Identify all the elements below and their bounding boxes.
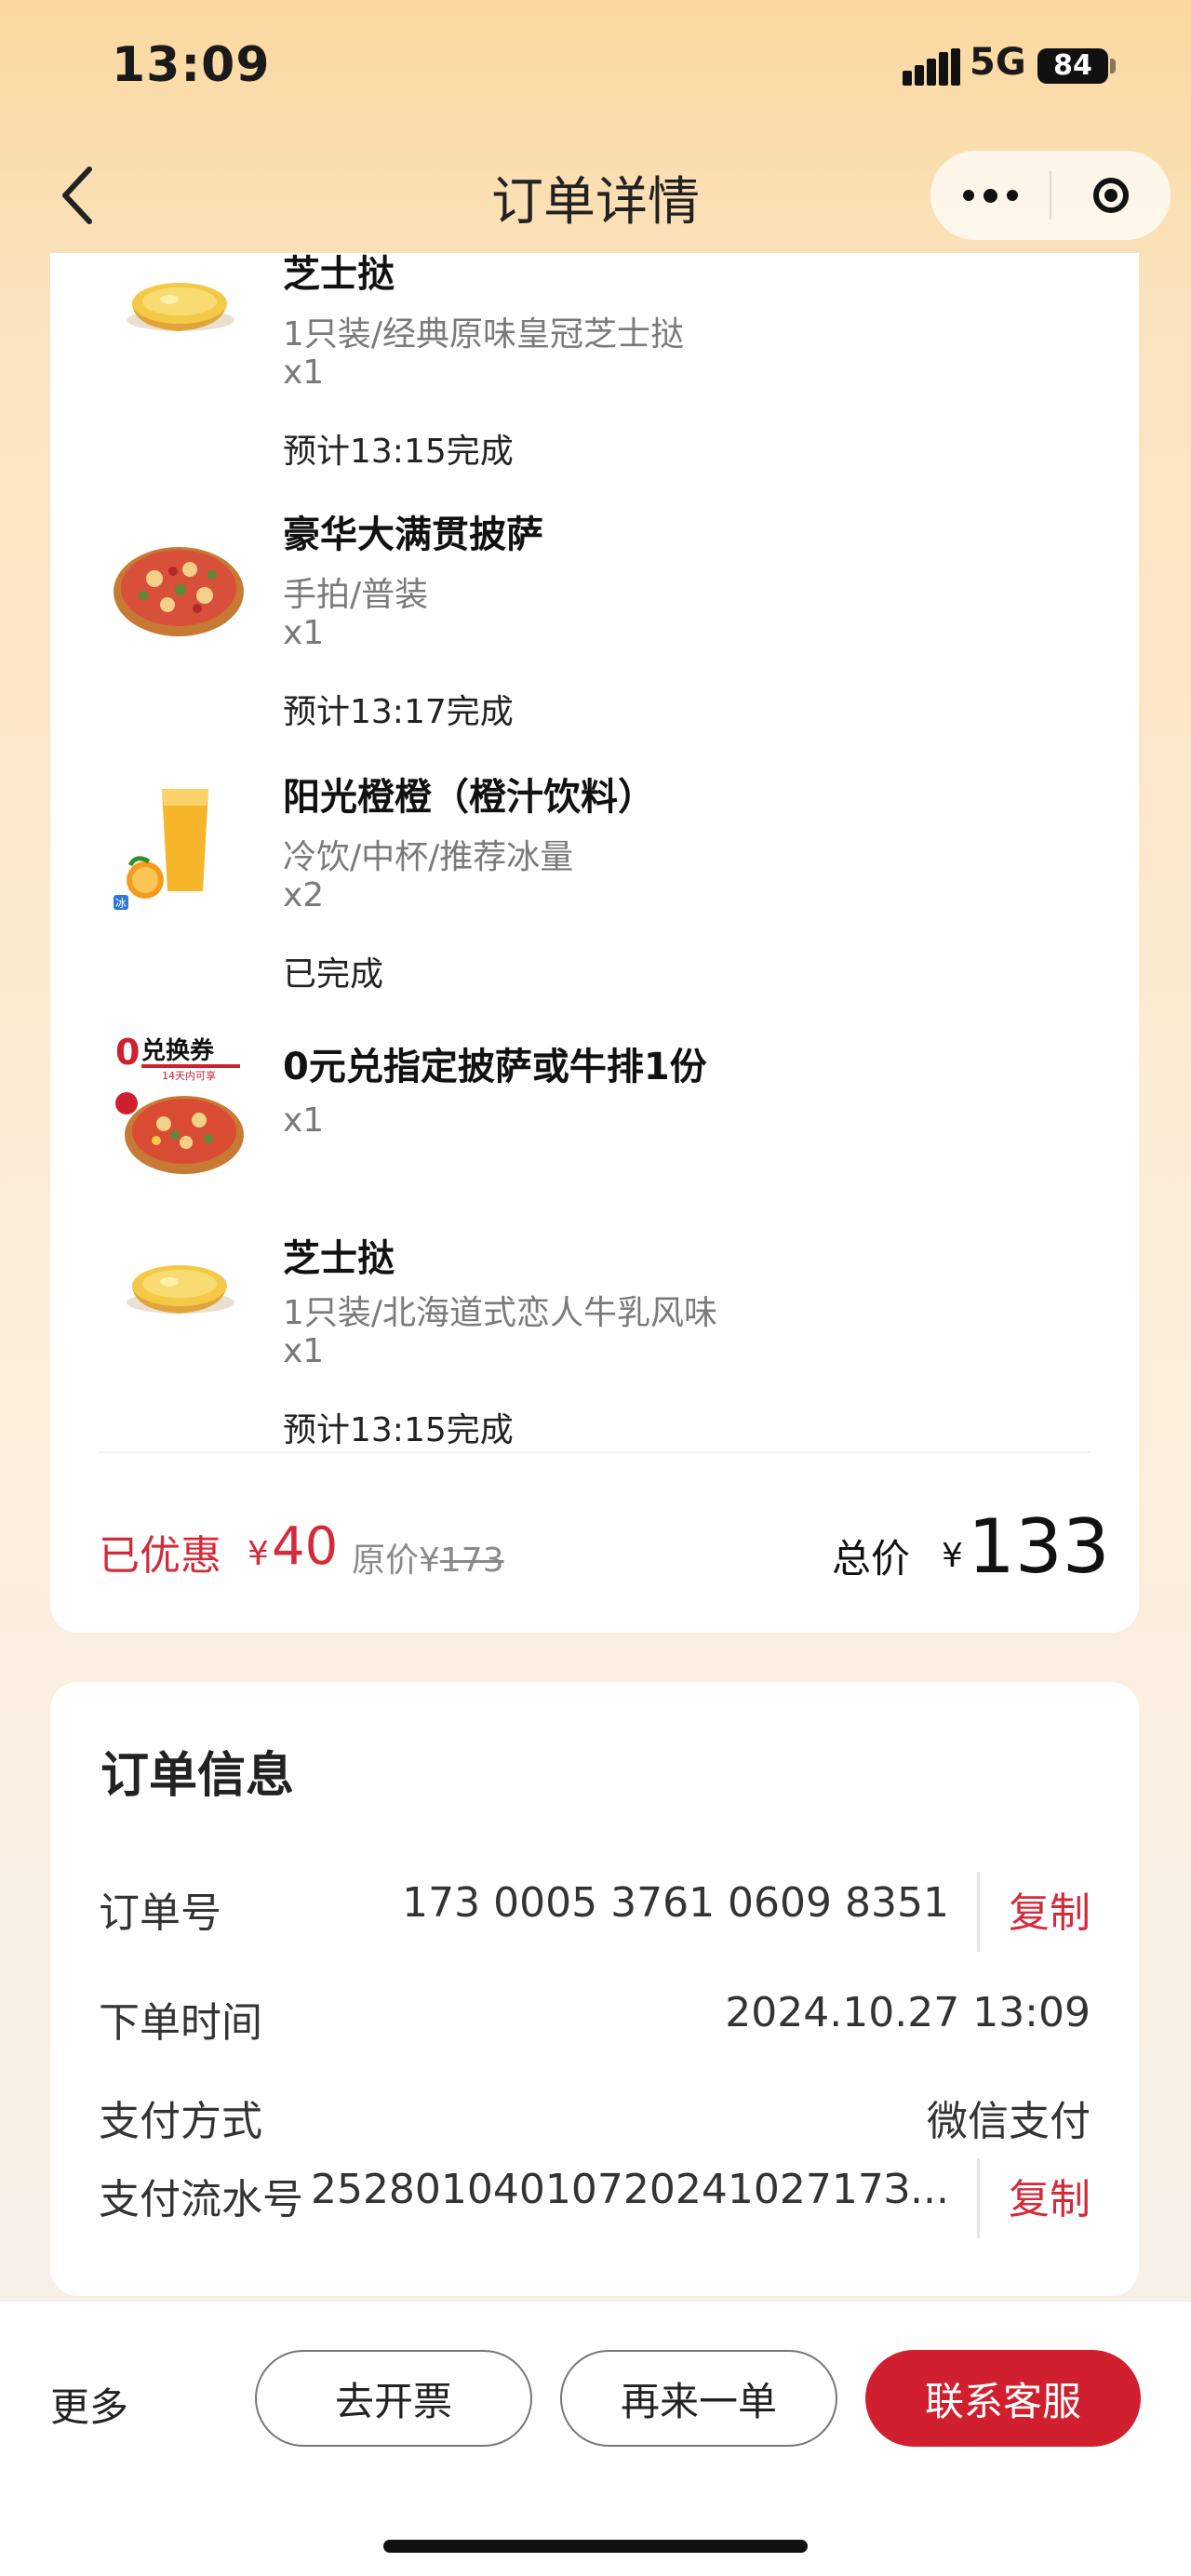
status-time: 13:09: [112, 37, 271, 93]
item-qty: x1: [283, 354, 325, 392]
item-qty: x1: [283, 1332, 325, 1370]
item-qty: x2: [283, 876, 325, 914]
discount-label: 已优惠: [99, 1532, 221, 1580]
item-name: 芝士挞: [283, 1237, 395, 1280]
ice-badge: 冰: [115, 897, 127, 910]
battery-icon: 84: [1037, 48, 1108, 84]
order-time-value: 2024.10.27 13:09: [725, 1989, 1091, 2036]
egg-tart-image: [127, 283, 234, 331]
payment-method-label: 支付方式: [99, 2098, 262, 2145]
item-status: 已完成: [283, 955, 384, 994]
voucher-sub: 14天内可享: [162, 1069, 216, 1082]
more-button[interactable]: 更多: [50, 2376, 128, 2433]
total-label: 总价: [832, 1536, 911, 1582]
item-spec: 手拍/普装: [283, 576, 429, 614]
item-name: 0元兑指定披萨或牛排1份: [283, 1046, 707, 1088]
order-items-scroll[interactable]: 芝士挞 1只装/经典原味皇冠芝士挞 x1 预计13:15完成 豪华大满贯披萨 手…: [0, 253, 1191, 1639]
copy-divider: [977, 1872, 980, 1952]
nav-bar: 订单详情: [0, 140, 1191, 253]
item-name: 阳光橙橙（橙汁饮料）: [283, 776, 655, 819]
original-price: 原价¥173: [352, 1533, 504, 1582]
item-status: 预计13:17完成: [283, 693, 514, 731]
invoice-button[interactable]: 去开票: [255, 2350, 532, 2447]
item-status: 预计13:15完成: [283, 433, 514, 471]
price-summary: 已优惠 ¥ 40 原价¥173 总价 ¥ 133: [50, 1451, 1139, 1633]
order-info-title: 订单信息: [100, 1748, 295, 1804]
discount-amount: 40: [272, 1516, 339, 1577]
copy-divider: [977, 2158, 980, 2238]
reorder-button[interactable]: 再来一单: [560, 2350, 837, 2447]
payment-method-value: 微信支付: [927, 2098, 1091, 2145]
network-type: 5G: [970, 41, 1026, 84]
pizza-image: [114, 547, 244, 636]
item-status: 预计13:15完成: [283, 1411, 514, 1449]
discount-currency: ¥: [248, 1535, 269, 1573]
total-amount: 133: [968, 1503, 1110, 1590]
item-qty: x1: [283, 1101, 325, 1140]
voucher-zero: 0: [115, 1032, 140, 1073]
orange-juice-image: 冰: [114, 789, 208, 910]
original-amount: 173: [439, 1542, 504, 1580]
payment-serial-value: 2528010401072024102717З...: [310, 2166, 949, 2213]
payment-serial-label: 支付流水号: [99, 2176, 303, 2223]
item-name: 芝士挞: [283, 253, 395, 296]
home-indicator: [383, 2540, 808, 2553]
item-spec: 冷饮/中杯/推荐冰量: [283, 838, 574, 876]
bottom-action-bar: 更多 去开票 再来一单 联系客服: [0, 2302, 1191, 2576]
order-info-card: 订单信息 订单号 173 0005 3761 0609 8351 复制 下单时间…: [50, 1682, 1139, 2296]
order-items-card: 芝士挞 1只装/经典原味皇冠芝士挞 x1 预计13:15完成 豪华大满贯披萨 手…: [50, 253, 1139, 1633]
item-qty: x1: [283, 614, 325, 652]
item-name: 豪华大满贯披萨: [283, 514, 543, 556]
item-spec: 1只装/北海道式恋人牛乳风味: [283, 1294, 718, 1332]
close-miniprogram-icon[interactable]: [1051, 151, 1171, 240]
copy-serial-button[interactable]: 复制: [1009, 2166, 1091, 2225]
order-no-value: 173 0005 3761 0609 8351: [402, 1879, 949, 1927]
item-spec: 1只装/经典原味皇冠芝士挞: [283, 315, 685, 354]
voucher-title: 兑换券: [141, 1037, 215, 1065]
battery-tip: [1110, 59, 1116, 73]
miniprogram-capsule: [930, 151, 1171, 240]
status-bar: 13:09 5G 84: [0, 0, 1191, 140]
original-label: 原价¥: [352, 1542, 440, 1580]
contact-service-button[interactable]: 联系客服: [865, 2350, 1141, 2447]
order-time-label: 下单时间: [99, 1999, 262, 2047]
copy-order-no-button[interactable]: 复制: [1009, 1879, 1091, 1939]
egg-tart-image: [127, 1265, 234, 1314]
signal-icon: [903, 48, 960, 86]
total-currency: ¥: [942, 1537, 963, 1575]
voucher-pizza-image: 0 兑换券 14天内可享: [115, 1032, 244, 1174]
more-icon[interactable]: [930, 151, 1050, 240]
order-no-label: 订单号: [99, 1889, 221, 1937]
